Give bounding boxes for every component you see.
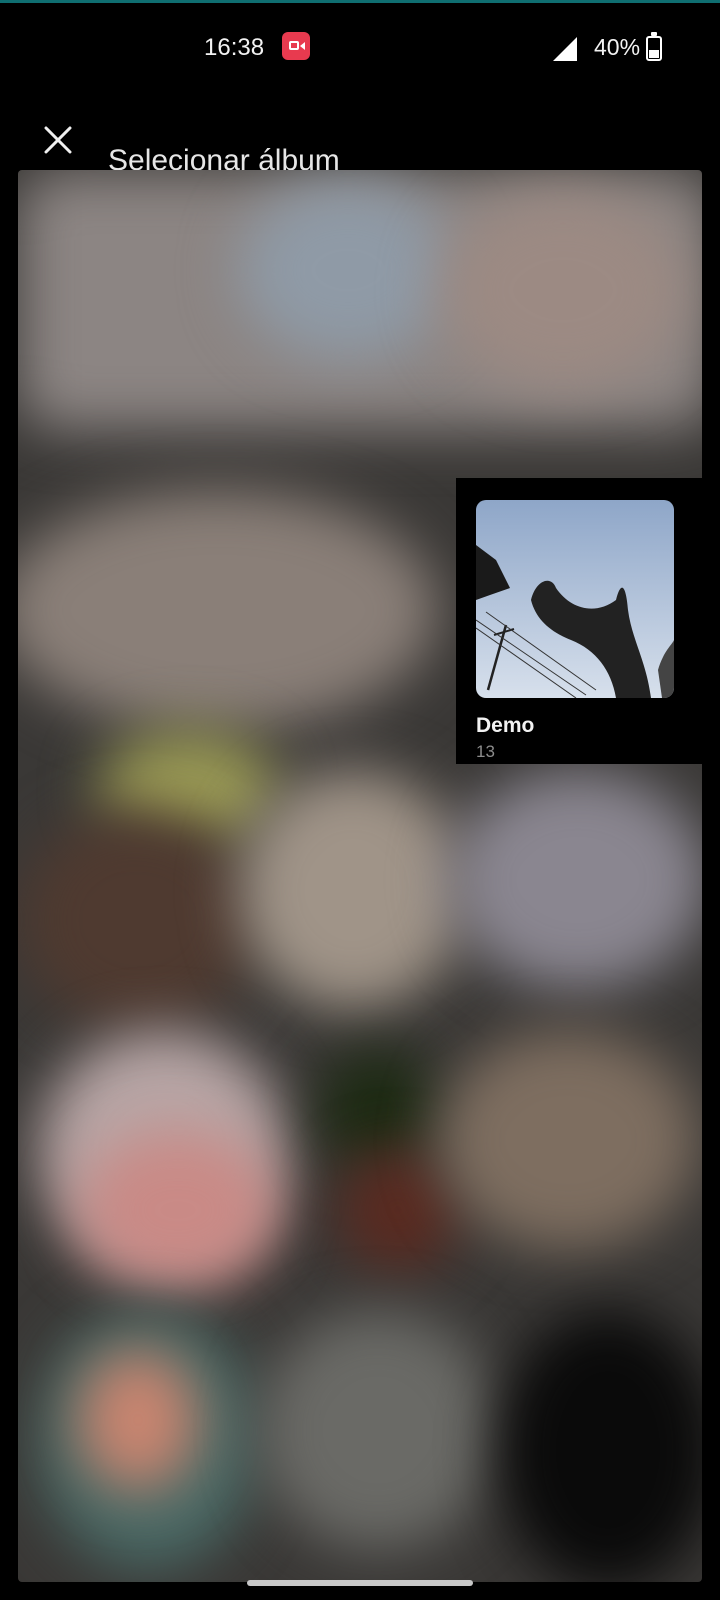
album-count: 13 <box>476 742 495 761</box>
top-accent-line <box>0 0 720 3</box>
signal-icon <box>553 37 577 61</box>
battery-icon <box>646 32 662 61</box>
album-name: Demo <box>476 714 535 737</box>
album-thumbnail <box>476 500 674 698</box>
close-icon[interactable] <box>40 122 76 158</box>
battery-percentage: 40% <box>594 34 641 60</box>
album-card[interactable]: Demo 13 <box>456 478 720 764</box>
home-indicator[interactable] <box>247 1580 473 1586</box>
status-time: 16:38 <box>204 34 265 61</box>
screen-record-icon <box>282 32 310 60</box>
status-bar: 16:38 40% <box>0 26 720 70</box>
blurred-album-grid <box>18 170 702 1582</box>
